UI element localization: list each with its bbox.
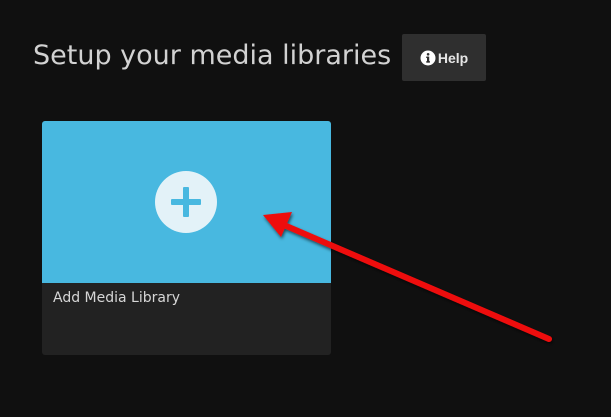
- card-image[interactable]: [42, 121, 331, 283]
- plus-icon: [171, 187, 201, 217]
- help-button[interactable]: Help: [402, 34, 486, 81]
- plus-circle[interactable]: [155, 171, 217, 233]
- help-button-label: Help: [437, 49, 469, 66]
- add-media-library-card[interactable]: Add Media Library: [42, 121, 331, 355]
- info-circle-icon: [420, 50, 436, 66]
- page-title: Setup your media libraries: [33, 40, 392, 71]
- card-label: Add Media Library: [53, 290, 181, 306]
